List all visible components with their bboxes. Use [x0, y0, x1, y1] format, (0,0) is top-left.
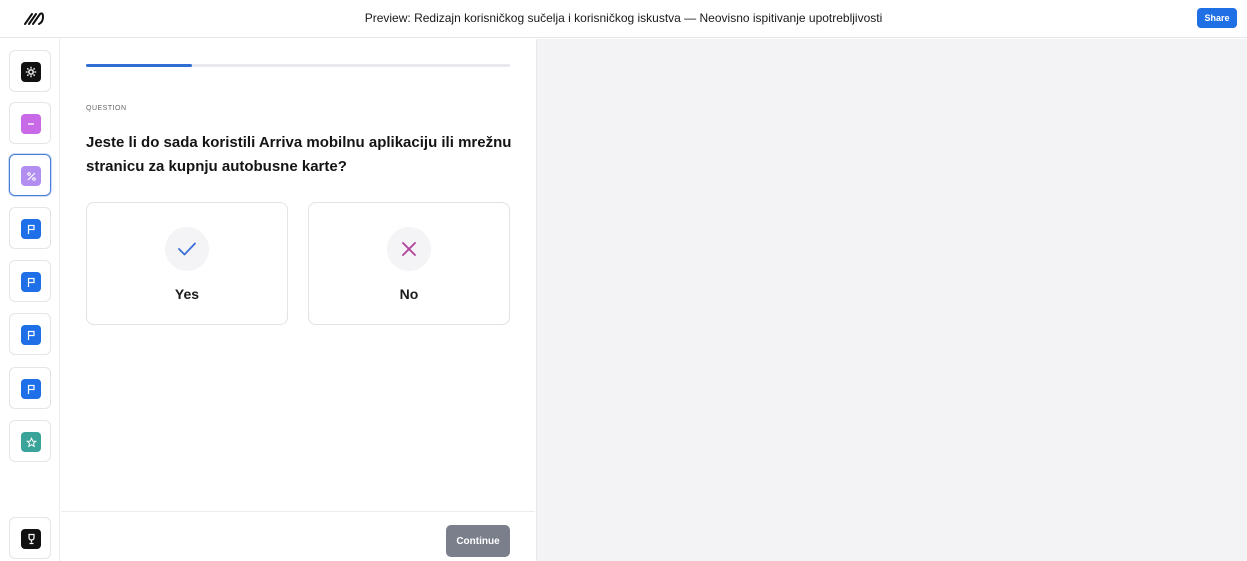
sidebar-item-flag-4[interactable]: [9, 367, 51, 409]
footer-divider: [61, 511, 535, 512]
x-icon: [387, 227, 431, 271]
flag-icon: [21, 272, 41, 292]
check-icon: [165, 227, 209, 271]
question-label: QUESTION: [86, 105, 127, 112]
flag-icon: [21, 219, 41, 239]
sidebar-item-settings[interactable]: [9, 50, 51, 92]
sidebar-item-flag-3[interactable]: [9, 313, 51, 355]
option-yes[interactable]: Yes: [86, 202, 288, 325]
sidebar-item-flag-2[interactable]: [9, 260, 51, 302]
option-no-label: No: [399, 286, 419, 302]
flag-icon: [21, 325, 41, 345]
trophy-icon: [21, 529, 41, 549]
question-text: Jeste li do sada koristili Arriva mobiln…: [86, 134, 512, 175]
share-button[interactable]: Share: [1197, 8, 1237, 28]
sidebar-item-trophy[interactable]: [9, 517, 51, 559]
star-icon: [21, 432, 41, 452]
page-title: Preview: Redizajn korisničkog sučelja i …: [364, 11, 883, 25]
option-no[interactable]: No: [308, 202, 510, 325]
progress-fill: [86, 64, 192, 67]
sidebar: [0, 39, 60, 561]
percent-icon: [21, 166, 41, 186]
settings-icon: [21, 62, 41, 82]
top-bar: Preview: Redizajn korisničkog sučelja i …: [0, 0, 1247, 38]
sidebar-item-text[interactable]: [9, 102, 51, 144]
sidebar-item-flag-1[interactable]: [9, 207, 51, 249]
question-panel: QUESTION Jeste li do sada koristili Arri…: [61, 39, 535, 561]
option-yes-label: Yes: [174, 286, 200, 302]
flag-icon: [21, 379, 41, 399]
progress-bar: [86, 64, 510, 67]
sidebar-item-percent[interactable]: [9, 154, 51, 196]
text-block-icon: [21, 114, 41, 134]
sidebar-item-star[interactable]: [9, 420, 51, 462]
continue-button[interactable]: Continue: [446, 525, 510, 557]
preview-area: [536, 39, 1247, 561]
